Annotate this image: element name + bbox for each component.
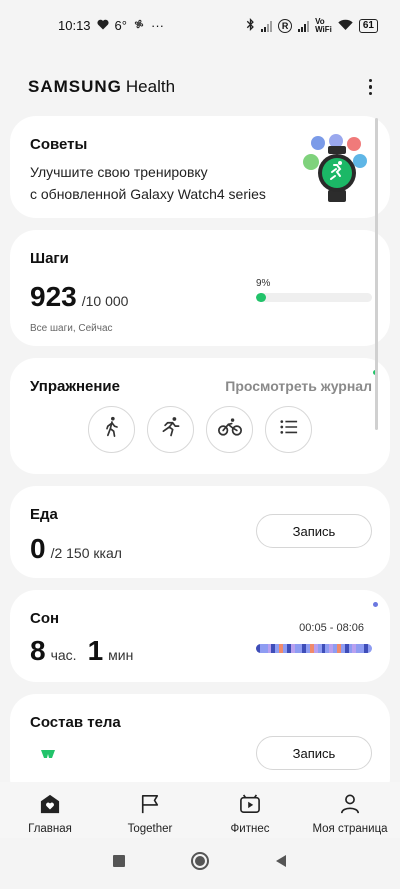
steps-card[interactable]: Шаги 923 /10 000 Все шаги, Сейчас 9% [10,230,390,346]
system-navigation [0,838,400,889]
steps-progress-fill [256,293,267,302]
status-temp: 6° [114,18,127,33]
steps-goal: /10 000 [81,293,129,309]
nav-together[interactable]: Together [100,782,200,838]
app-name: Health [125,77,176,96]
steps-title: Шаги [30,250,69,267]
food-value: 0 [30,533,46,564]
sleep-card[interactable]: Сон 8 час. 1 мин 00:05 - 08:06 [10,590,390,682]
steps-value: 923 [30,281,77,312]
food-card[interactable]: Еда 0 /2 150 ккал Запись [10,486,390,578]
more-exercises-button[interactable] [265,406,312,453]
bluetooth-icon [246,18,255,34]
cycling-button[interactable] [206,406,253,453]
battery-icon: 61 [358,19,378,33]
nav-home[interactable]: Главная [0,782,100,838]
steps-progress: 9% [256,278,372,302]
sleep-hours-unit: час. [50,647,77,663]
nav-my-page[interactable]: Моя страница [300,782,400,838]
nav-home-label: Главная [28,823,72,835]
exercise-card[interactable]: Упражнение Просмотреть журнал [10,358,390,474]
signal-2-icon [298,20,310,32]
app-logo: SAMSUNG Health [28,77,175,97]
brand-name: SAMSUNG [28,77,122,96]
sleep-hours: 8 [30,635,46,666]
person-icon [340,794,360,819]
r-badge-icon: R [278,19,293,33]
signal-icon [261,20,273,32]
food-record-button[interactable]: Запись [256,514,372,548]
view-log-link[interactable]: Просмотреть журнал [225,378,372,394]
running-icon [160,416,182,443]
sleep-indicator-dot [373,602,378,607]
app-header: SAMSUNG Health [0,70,400,104]
home-heart-icon [39,794,61,819]
tips-card[interactable]: Советы Улучшите свою тренировку с обновл… [10,116,390,218]
body-record-button[interactable]: Запись [256,736,372,770]
list-icon [279,419,298,440]
flag-icon [140,794,160,819]
home-button[interactable] [190,851,210,876]
body-value: -- [30,772,45,782]
wifi-icon [338,19,353,34]
galaxy-watch-illustration [298,134,372,204]
nav-fitness-label: Фитнес [230,823,270,835]
home-feed[interactable]: Советы Улучшите свою тренировку с обновл… [0,112,400,782]
heart-status-icon [96,18,109,33]
cycling-icon [217,417,242,442]
nav-together-label: Together [127,823,173,835]
fan-icon [133,18,145,33]
bottom-navigation: Главная Together Фитнес Моя страница [0,782,400,838]
sleep-range: 00:05 - 08:06 [299,622,364,634]
status-bar: 10:13 6° ··· R Vo WiFi 61 [0,0,400,56]
more-options-icon[interactable] [363,75,379,100]
vowifi-label: Vo WiFi [315,17,332,34]
steps-percent: 9% [256,278,271,289]
nav-my-page-label: Моя страница [312,823,388,835]
body-composition-card[interactable]: Состав тела --кг Запись [10,694,390,782]
recents-button[interactable] [112,854,126,873]
status-more: ··· [150,18,164,33]
body-composition-icon [40,746,56,764]
video-play-icon [239,794,261,819]
running-button[interactable] [147,406,194,453]
sleep-minutes-unit: мин [108,647,134,663]
status-time: 10:13 [58,18,91,33]
walking-icon [102,416,122,443]
sleep-stages-bar [256,644,372,653]
nav-fitness[interactable]: Фитнес [200,782,300,838]
food-goal: /2 150 ккал [50,545,122,561]
steps-caption: Все шаги, Сейчас [30,323,113,334]
back-button[interactable] [274,854,288,873]
scrollbar[interactable] [375,118,378,430]
sleep-minutes: 1 [87,635,104,666]
steps-progress-track [256,293,372,302]
walking-button[interactable] [88,406,135,453]
body-title: Состав тела [30,714,121,731]
